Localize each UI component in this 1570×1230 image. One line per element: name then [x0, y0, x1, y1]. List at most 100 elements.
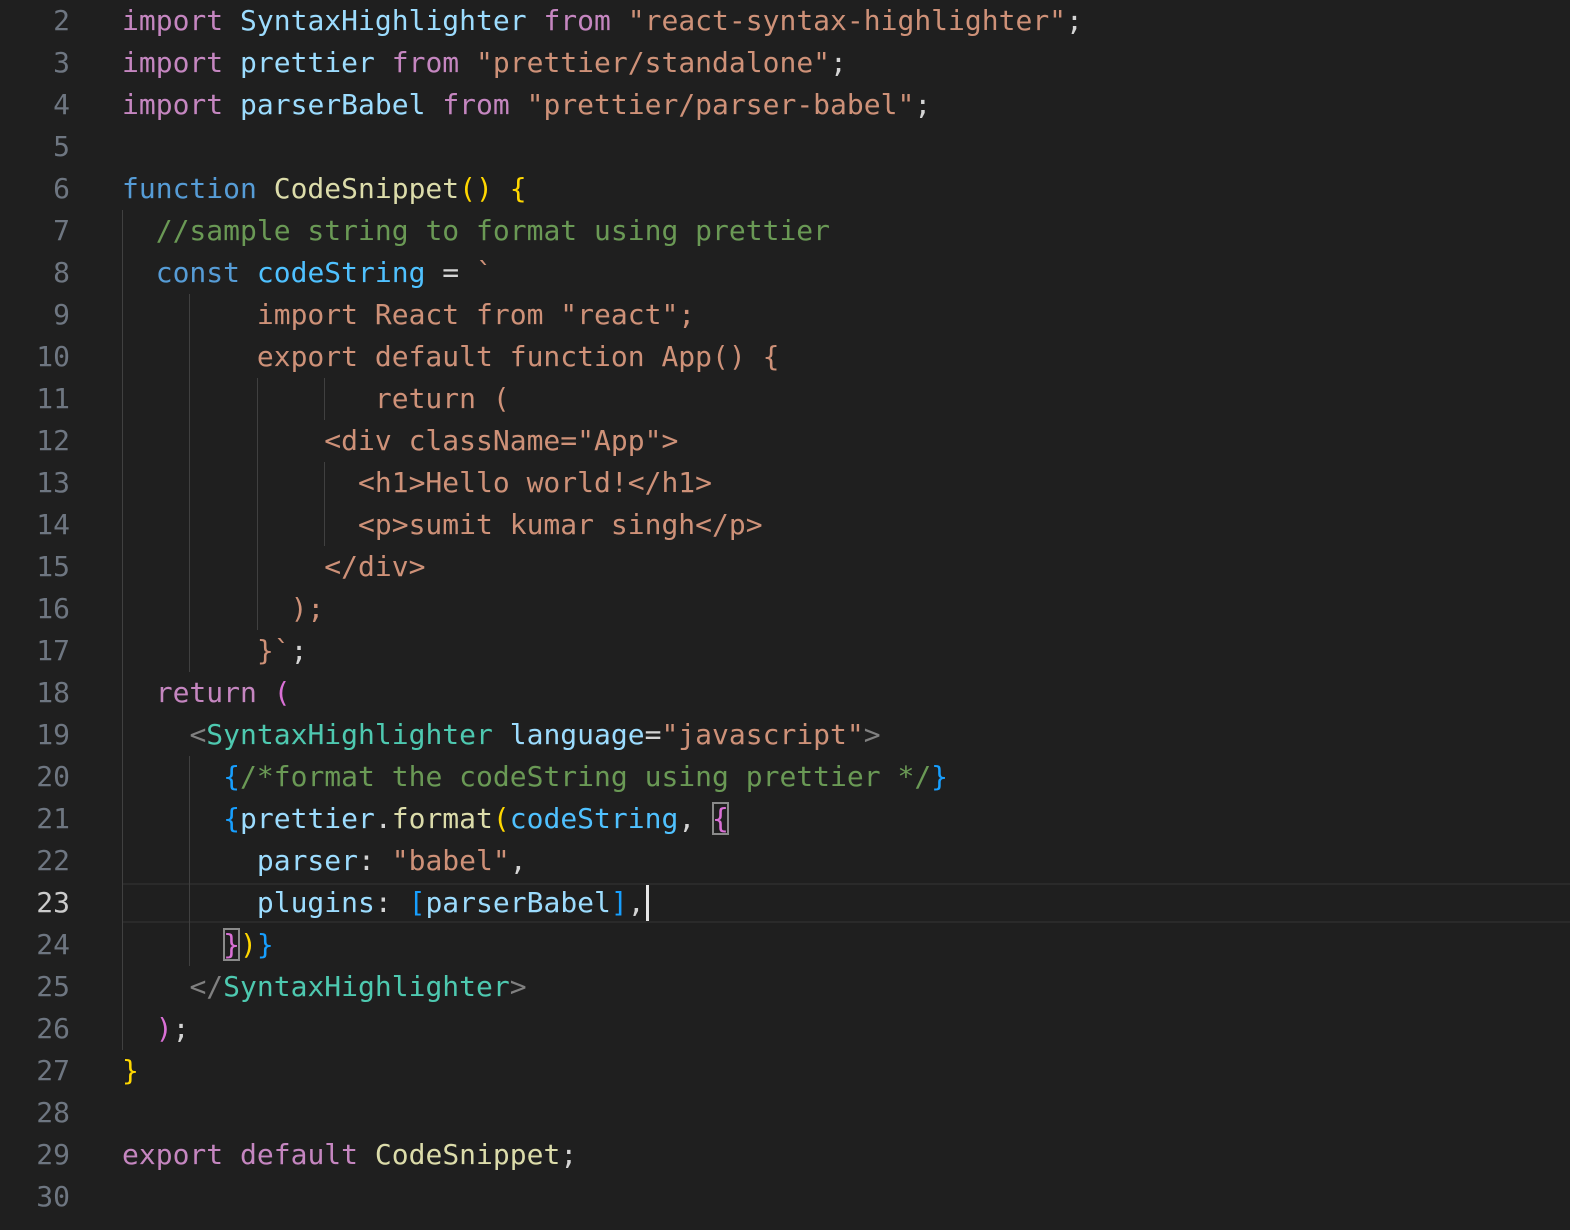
code-text[interactable]: })} — [122, 924, 274, 966]
line-number: 25 — [36, 970, 70, 1003]
line-number: 6 — [53, 172, 70, 205]
line-number: 8 — [53, 256, 70, 289]
code-line[interactable]: 10 export default function App() { — [0, 336, 1570, 378]
line-number: 19 — [36, 718, 70, 751]
code-text[interactable]: return ( — [122, 378, 510, 420]
line-number: 3 — [53, 46, 70, 79]
code-token: format — [391, 802, 493, 835]
code-line[interactable]: 23 plugins: [parserBabel], — [0, 882, 1570, 924]
line-number: 16 — [36, 592, 70, 625]
line-number: 11 — [36, 382, 70, 415]
code-line[interactable]: 5 — [0, 126, 1570, 168]
code-text[interactable]: export default function App() { — [122, 336, 780, 378]
code-line[interactable]: 4 import parserBabel from "prettier/parse… — [0, 84, 1570, 126]
code-token: const — [155, 256, 241, 289]
code-token: import — [122, 4, 224, 37]
code-text[interactable]: import parserBabel from "prettier/parser… — [122, 84, 931, 126]
code-text[interactable]: export default CodeSnippet; — [122, 1134, 577, 1176]
code-line[interactable]: 22 parser: "babel", — [0, 840, 1570, 882]
code-line[interactable]: 28 — [0, 1092, 1570, 1134]
code-line[interactable]: 6 function CodeSnippet() { — [0, 168, 1570, 210]
code-text[interactable]: return ( — [122, 672, 291, 714]
code-line[interactable]: 29 export default CodeSnippet; — [0, 1134, 1570, 1176]
code-token: from — [543, 4, 611, 37]
code-token: import — [122, 88, 224, 121]
code-token: </ — [189, 970, 224, 1003]
code-token: CodeSnippet — [273, 172, 460, 205]
code-line[interactable]: 18 return ( — [0, 672, 1570, 714]
code-text[interactable]: parser: "babel", — [122, 840, 527, 882]
code-token: : — [374, 886, 409, 919]
code-text[interactable]: import prettier from "prettier/standalon… — [122, 42, 847, 84]
code-line[interactable]: 17 }`; — [0, 630, 1570, 672]
code-line[interactable]: 21 {prettier.format(codeString, { — [0, 798, 1570, 840]
code-token: function — [122, 172, 257, 205]
code-text[interactable]: <h1>Hello world!</h1> — [122, 462, 712, 504]
code-text[interactable]: {/*format the codeString using prettier … — [122, 756, 948, 798]
code-token: ; — [290, 634, 308, 667]
line-number: 23 — [36, 886, 70, 919]
code-text[interactable]: function CodeSnippet() { — [122, 168, 527, 210]
code-text[interactable]: <div className="App"> — [122, 420, 678, 462]
code-line[interactable]: 3 import prettier from "prettier/standalo… — [0, 42, 1570, 84]
code-line[interactable]: 26 ); — [0, 1008, 1570, 1050]
code-line[interactable]: 11 return ( — [0, 378, 1570, 420]
code-token: } — [931, 760, 949, 793]
code-token: < — [189, 718, 207, 751]
code-line[interactable]: 30 — [0, 1176, 1570, 1218]
code-token: ; — [172, 1012, 190, 1045]
code-line[interactable]: 12 <div className="App"> — [0, 420, 1570, 462]
code-token: > — [509, 970, 527, 1003]
code-line[interactable]: 24 })} — [0, 924, 1570, 966]
code-text[interactable]: } — [122, 1050, 139, 1092]
code-line[interactable]: 9 import React from "react"; — [0, 294, 1570, 336]
code-line[interactable]: 13 <h1>Hello world!</h1> — [0, 462, 1570, 504]
code-text[interactable]: import React from "react"; — [122, 294, 695, 336]
code-line[interactable]: 8 const codeString = ` — [0, 252, 1570, 294]
code-text[interactable]: {prettier.format(codeString, { — [122, 798, 729, 840]
code-line[interactable]: 2 import SyntaxHighlighter from "react-sy… — [0, 0, 1570, 42]
code-line[interactable]: 15 </div> — [0, 546, 1570, 588]
code-text[interactable]: ); — [122, 1008, 190, 1050]
code-line[interactable]: 14 <p>sumit kumar singh</p> — [0, 504, 1570, 546]
code-line[interactable]: 27} — [0, 1050, 1570, 1092]
code-line[interactable]: 20 {/*format the codeString using pretti… — [0, 756, 1570, 798]
code-token: codeString — [256, 256, 426, 289]
code-text[interactable]: ); — [122, 588, 325, 630]
line-number: 10 — [36, 340, 70, 373]
code-text[interactable]: <SyntaxHighlighter language="javascript"… — [122, 714, 880, 756]
code-line[interactable]: 16 ); — [0, 588, 1570, 630]
code-editor[interactable]: 2 import SyntaxHighlighter from "react-sy… — [0, 0, 1570, 1230]
code-token: plugins — [256, 886, 375, 919]
code-text[interactable]: </div> — [122, 546, 425, 588]
code-text[interactable]: <p>sumit kumar singh</p> — [122, 504, 763, 546]
code-token: "prettier/standalone" — [476, 46, 831, 79]
code-line[interactable]: 7 //sample string to format using pretti… — [0, 210, 1570, 252]
code-text[interactable]: //sample string to format using prettier — [122, 210, 830, 252]
matched-bracket: } — [223, 928, 241, 961]
line-number: 13 — [36, 466, 70, 499]
code-text[interactable]: import SyntaxHighlighter from "react-syn… — [122, 0, 1083, 42]
code-text[interactable]: </SyntaxHighlighter> — [122, 966, 527, 1008]
code-token: prettier — [240, 46, 375, 79]
code-token: ` — [476, 256, 493, 289]
code-line[interactable]: 25 </SyntaxHighlighter> — [0, 966, 1570, 1008]
code-text[interactable]: const codeString = ` — [122, 252, 493, 294]
line-number: 22 — [36, 844, 70, 877]
code-token: SyntaxHighlighter — [240, 4, 527, 37]
code-text[interactable]: }`; — [122, 630, 308, 672]
code-token: export default function App() { — [122, 340, 780, 373]
code-line[interactable]: 19 <SyntaxHighlighter language="javascri… — [0, 714, 1570, 756]
code-text[interactable]: plugins: [parserBabel], — [122, 882, 645, 924]
